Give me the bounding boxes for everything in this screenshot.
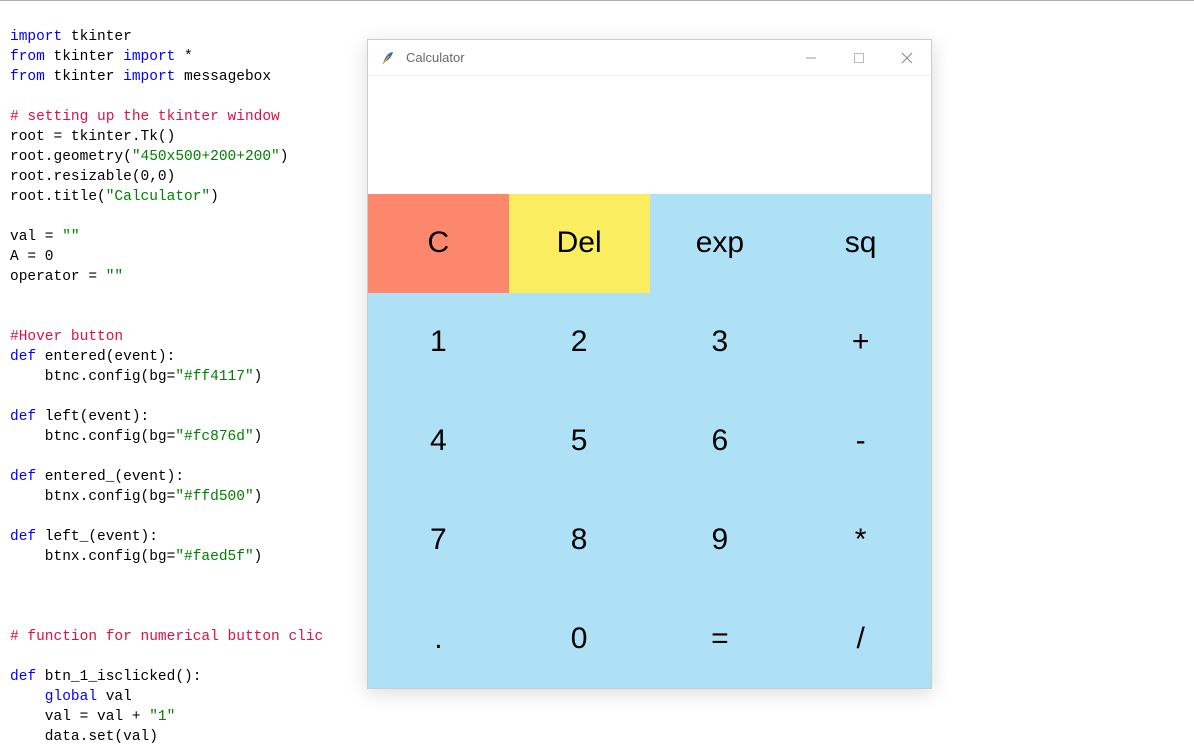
calculator-button-grid: C Del exp sq 1 2 3 + 4 5 6 - 7 8 9 * . 0… [368,194,931,688]
code-token: ) [254,369,263,385]
code-string: "#faed5f" [175,549,253,565]
code-token: from [10,49,45,65]
code-string: "1" [149,709,175,725]
code-token: entered_(event): [36,469,184,485]
code-token: tkinter [45,69,123,85]
tkinter-feather-icon [380,50,396,66]
code-comment: # function for numerical button clic [10,629,323,645]
code-token: val = val + [10,709,149,725]
code-token: global [10,689,97,705]
code-token: messagebox [175,69,271,85]
code-string: "" [106,269,123,285]
delete-button[interactable]: Del [509,194,650,293]
code-string: "" [62,229,79,245]
code-token: def [10,529,36,545]
code-token: def [10,469,36,485]
code-token: entered(event): [36,349,175,365]
code-token: ) [254,489,263,505]
code-token: * [175,49,192,65]
code-token: def [10,349,36,365]
code-token: val = [10,229,62,245]
code-token: import [123,49,175,65]
code-comment: # setting up the tkinter window [10,109,280,125]
window-controls [787,40,931,75]
code-token: btn_1_isclicked(): [36,669,201,685]
code-token: A = 0 [10,249,54,265]
code-token: left_(event): [36,529,158,545]
calculator-display [368,76,931,194]
digit-9-button[interactable]: 9 [650,490,791,589]
code-token: ) [254,549,263,565]
multiply-button[interactable]: * [790,490,931,589]
code-token: ) [210,189,219,205]
code-token: root.geometry( [10,149,132,165]
maximize-button[interactable] [835,40,883,75]
code-token: ) [280,149,289,165]
code-token: btnc.config(bg= [10,429,175,445]
code-comment: #Hover button [10,329,123,345]
minus-button[interactable]: - [790,392,931,491]
code-token: ) [254,429,263,445]
code-token: import [123,69,175,85]
maximize-icon [853,52,865,64]
code-token: root.resizable(0,0) [10,169,175,185]
close-button[interactable] [883,40,931,75]
code-token: btnc.config(bg= [10,369,175,385]
digit-6-button[interactable]: 6 [650,392,791,491]
code-token: tkinter [62,29,132,45]
code-token: tkinter [45,49,123,65]
decimal-button[interactable]: . [368,589,509,688]
code-string: "#ffd500" [175,489,253,505]
code-string: "#ff4117" [175,369,253,385]
digit-4-button[interactable]: 4 [368,392,509,491]
digit-8-button[interactable]: 8 [509,490,650,589]
code-token: btnx.config(bg= [10,549,175,565]
code-string: "Calculator" [106,189,210,205]
equals-button[interactable]: = [650,589,791,688]
code-token: from [10,69,45,85]
plus-button[interactable]: + [790,293,931,392]
calculator-window: Calculator C Del exp sq 1 2 3 + 4 5 [367,39,932,689]
code-token: val [97,689,132,705]
code-string: "#fc876d" [175,429,253,445]
code-token: data.set(val) [10,729,158,745]
digit-1-button[interactable]: 1 [368,293,509,392]
code-token: btnx.config(bg= [10,489,175,505]
code-token: left(event): [36,409,149,425]
sq-button[interactable]: sq [790,194,931,293]
code-token: import [10,29,62,45]
code-token: def [10,409,36,425]
code-token: def [10,669,36,685]
window-title: Calculator [406,50,787,65]
minimize-icon [805,52,817,64]
titlebar[interactable]: Calculator [368,40,931,76]
digit-7-button[interactable]: 7 [368,490,509,589]
digit-3-button[interactable]: 3 [650,293,791,392]
close-icon [901,52,913,64]
code-token: root = tkinter.Tk() [10,129,175,145]
digit-5-button[interactable]: 5 [509,392,650,491]
code-string: "450x500+200+200" [132,149,280,165]
minimize-button[interactable] [787,40,835,75]
clear-button[interactable]: C [368,194,509,293]
digit-2-button[interactable]: 2 [509,293,650,392]
digit-0-button[interactable]: 0 [509,589,650,688]
exp-button[interactable]: exp [650,194,791,293]
code-token: operator = [10,269,106,285]
code-token: root.title( [10,189,106,205]
divide-button[interactable]: / [790,589,931,688]
